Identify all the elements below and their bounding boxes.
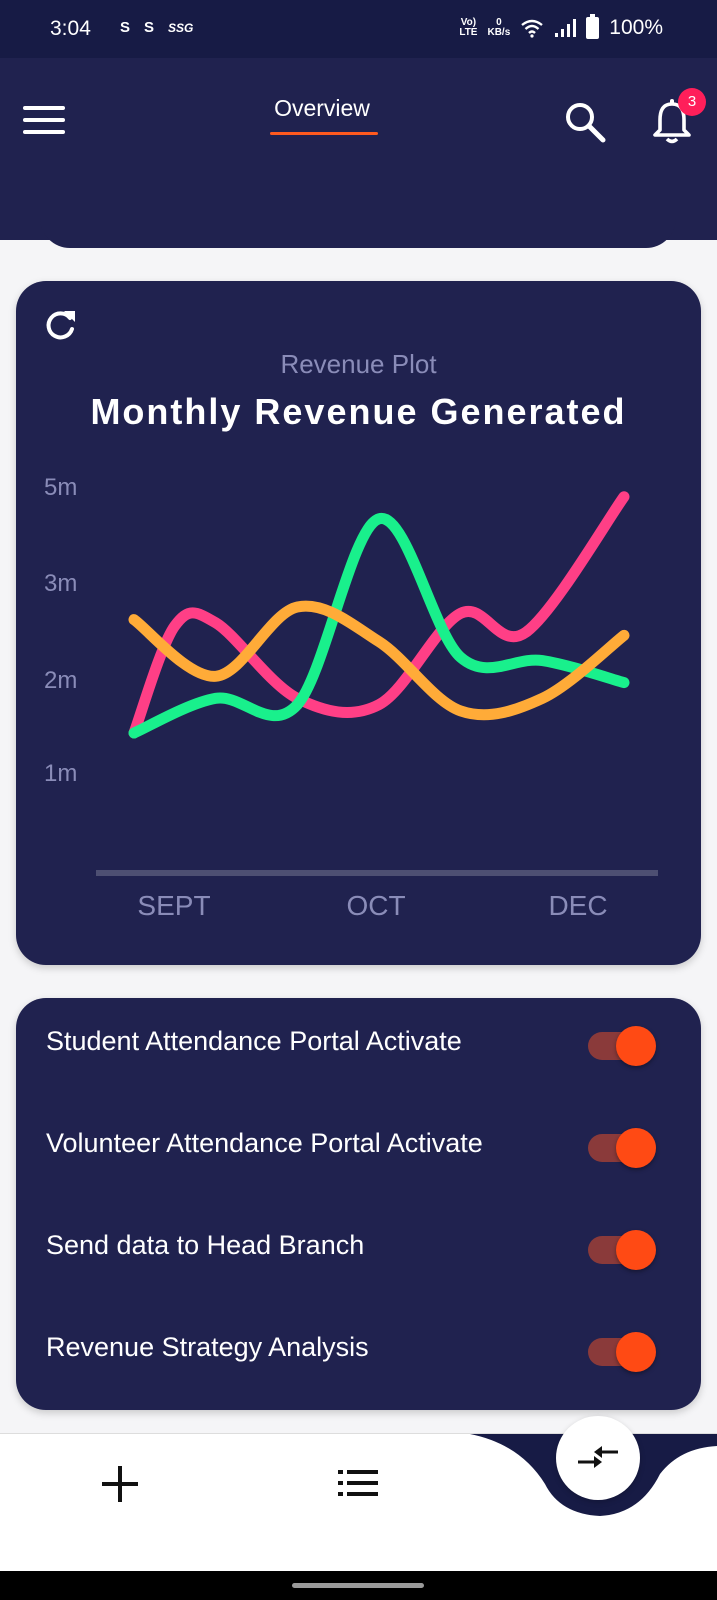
- revenue-strategy-switch[interactable]: [588, 1332, 656, 1372]
- status-bar: 3:04 S S SSG Vo) LTE 0 KB/s 100%: [0, 0, 717, 58]
- volte-icon: Vo) LTE: [459, 17, 478, 38]
- toggle-label: Volunteer Attendance Portal Activate: [46, 1128, 483, 1158]
- compress-arrows-icon: [578, 1446, 618, 1468]
- list-icon[interactable]: [336, 1466, 380, 1502]
- status-right: Vo) LTE 0 KB/s 100%: [459, 14, 663, 40]
- battery-level: 100%: [609, 16, 663, 39]
- toggle-label: Revenue Strategy Analysis: [46, 1332, 369, 1362]
- hamburger-menu-icon[interactable]: [23, 106, 65, 136]
- toggle-row-send-data: Send data to Head Branch: [16, 1218, 701, 1278]
- revenue-chart-card: 5m 3m 2m 1m SEPT OCT DEC Revenue Plot Monthly …: [16, 281, 701, 965]
- chart-title: Monthly Revenue Generated: [90, 391, 627, 432]
- header-curve: [40, 218, 676, 248]
- toggle-row-volunteer-attendance: Volunteer Attendance Portal Activate: [16, 1116, 701, 1176]
- add-icon[interactable]: [98, 1462, 142, 1506]
- notification-icon: SSG: [168, 21, 194, 35]
- x-tick-label: SEPT: [137, 890, 210, 921]
- toggle-row-student-attendance: Student Attendance Portal Activate: [16, 1014, 701, 1074]
- x-tick-label: DEC: [548, 890, 607, 921]
- signal-icon: [555, 19, 577, 37]
- system-nav-bar: [0, 1571, 717, 1600]
- status-time: 3:04: [50, 17, 91, 40]
- y-tick-label: 2m: [44, 667, 77, 694]
- tab-indicator: [270, 132, 378, 135]
- refresh-icon[interactable]: [42, 307, 78, 343]
- revenue-chart: 5m 3m 2m 1m SEPT OCT DEC: [44, 474, 658, 921]
- wifi-icon: [521, 19, 544, 38]
- notification-icons: S S SSG: [120, 19, 193, 36]
- bottom-navigation: [0, 1416, 717, 1571]
- battery-icon: [586, 14, 600, 39]
- tab-overview[interactable]: Overview: [264, 95, 380, 122]
- y-tick-label: 5m: [44, 474, 77, 501]
- app-header: Overview: [0, 58, 717, 248]
- compress-fab-button[interactable]: [556, 1416, 640, 1500]
- screen: 3:04 S S SSG Vo) LTE 0 KB/s 100% Overvie…: [0, 0, 717, 1600]
- notification-badge: 3: [678, 88, 706, 116]
- volunteer-attendance-switch[interactable]: [588, 1128, 656, 1168]
- chart-subtitle: Revenue Plot: [280, 349, 437, 379]
- send-data-switch[interactable]: [588, 1230, 656, 1270]
- x-tick-label: OCT: [346, 890, 405, 921]
- notification-icon: S: [120, 19, 131, 36]
- toggle-label: Student Attendance Portal Activate: [46, 1026, 462, 1056]
- settings-toggles-card: Student Attendance Portal Activate Volun…: [16, 998, 701, 1410]
- notification-icon: S: [144, 19, 155, 36]
- toggle-label: Send data to Head Branch: [46, 1230, 365, 1260]
- toggle-row-revenue-strategy: Revenue Strategy Analysis: [16, 1320, 701, 1380]
- y-tick-label: 3m: [44, 570, 77, 597]
- y-tick-label: 1m: [44, 760, 77, 787]
- student-attendance-switch[interactable]: [588, 1026, 656, 1066]
- home-indicator[interactable]: [292, 1583, 424, 1588]
- search-icon[interactable]: [563, 100, 607, 144]
- net-speed: 0 KB/s: [487, 17, 511, 38]
